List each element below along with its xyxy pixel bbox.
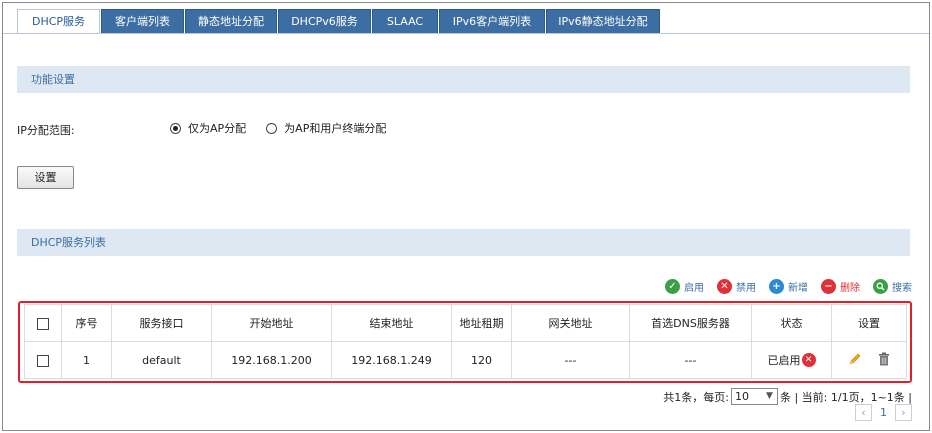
page-number-button[interactable]: 1 xyxy=(880,406,887,419)
dhcp-service-list-header: DHCP服务列表 xyxy=(17,229,910,256)
per-page-value: 10 xyxy=(734,390,749,403)
minus-icon: − xyxy=(821,279,836,294)
row-checkbox[interactable] xyxy=(37,354,49,367)
header-end-address: 结束地址 xyxy=(331,304,452,342)
header-gateway: 网关地址 xyxy=(511,304,630,342)
cell-lease: 120 xyxy=(451,341,512,379)
cell-start-address: 192.168.1.200 xyxy=(211,341,332,379)
tab-dhcpv6-service[interactable]: DHCPv6服务 xyxy=(278,9,371,33)
enable-button[interactable]: ✓ 启用 xyxy=(665,279,704,294)
pagination-summary: 共1条，每页: 10 ▼ 条 | 当前: 1/1页，1~1条 | xyxy=(663,388,912,405)
radio-ap-and-users[interactable]: 为AP和用户终端分配 xyxy=(266,120,386,136)
radio-checked-icon[interactable] xyxy=(170,122,181,134)
cell-gateway: --- xyxy=(511,341,630,379)
edit-icon[interactable] xyxy=(848,352,862,369)
radio-ap-and-users-label: 为AP和用户终端分配 xyxy=(284,122,387,135)
disable-button[interactable]: ✕ 禁用 xyxy=(717,279,756,294)
settings-button[interactable]: 设置 xyxy=(17,166,74,189)
select-all-checkbox[interactable] xyxy=(37,317,49,330)
tab-divider xyxy=(3,33,929,34)
next-page-button[interactable]: › xyxy=(895,404,912,421)
cell-status: 已启用 ✕ xyxy=(751,341,832,379)
dhcp-service-table: 序号 服务接口 开始地址 结束地址 地址租期 网关地址 首选DNS服务器 状态 … xyxy=(24,304,907,379)
cell-end-address: 192.168.1.249 xyxy=(331,341,452,379)
list-toolbar: ✓ 启用 ✕ 禁用 + 新增 − 删除 搜索 xyxy=(652,279,912,294)
delete-label: 删除 xyxy=(840,283,860,294)
add-label: 新增 xyxy=(788,283,808,294)
pagination-info: 条 | 当前: 1/1页，1~1条 | xyxy=(779,390,912,404)
cell-interface: default xyxy=(111,341,212,379)
dhcp-service-table-container: 序号 服务接口 开始地址 结束地址 地址租期 网关地址 首选DNS服务器 状态 … xyxy=(18,301,912,383)
search-label: 搜索 xyxy=(892,283,912,294)
tab-dhcp-service[interactable]: DHCP服务 xyxy=(17,9,100,34)
tab-slaac[interactable]: SLAAC xyxy=(372,9,438,33)
function-settings-header: 功能设置 xyxy=(17,66,910,93)
cell-index: 1 xyxy=(61,341,112,379)
radio-ap-only[interactable]: 仅为AP分配 xyxy=(170,120,246,136)
trash-icon[interactable] xyxy=(878,352,890,369)
radio-unchecked-icon[interactable] xyxy=(266,122,278,134)
per-page-select[interactable]: 10 ▼ xyxy=(730,388,778,405)
row-select-cell xyxy=(24,341,62,379)
cell-settings xyxy=(831,341,907,379)
add-button[interactable]: + 新增 xyxy=(769,279,808,294)
search-icon xyxy=(873,279,888,294)
check-icon: ✓ xyxy=(665,279,680,294)
header-start-address: 开始地址 xyxy=(211,304,332,342)
chevron-down-icon: ▼ xyxy=(766,391,773,401)
header-interface: 服务接口 xyxy=(111,304,212,342)
ip-range-radio-group: 仅为AP分配 为AP和用户终端分配 xyxy=(170,120,406,136)
header-status: 状态 xyxy=(751,304,832,342)
prev-page-button[interactable]: ‹ xyxy=(855,404,872,421)
tab-static-address[interactable]: 静态地址分配 xyxy=(185,9,277,33)
table-row: 1 default 192.168.1.200 192.168.1.249 12… xyxy=(24,341,907,379)
disable-label: 禁用 xyxy=(736,283,756,294)
tab-client-list[interactable]: 客户端列表 xyxy=(101,9,184,33)
tab-ipv6-static-address[interactable]: IPv6静态地址分配 xyxy=(546,9,660,33)
pagination-nav: ‹ 1 › xyxy=(855,404,912,421)
pagination-total: 共1条，每页: xyxy=(663,390,729,404)
header-lease: 地址租期 xyxy=(451,304,512,342)
table-header-row: 序号 服务接口 开始地址 结束地址 地址租期 网关地址 首选DNS服务器 状态 … xyxy=(24,304,907,342)
ip-range-label: IP分配范围: xyxy=(17,124,75,137)
header-index: 序号 xyxy=(61,304,112,342)
status-wrap: 已启用 ✕ xyxy=(768,352,816,368)
enable-label: 启用 xyxy=(684,283,704,294)
tab-ipv6-client-list[interactable]: IPv6客户端列表 xyxy=(439,9,545,33)
delete-button[interactable]: − 删除 xyxy=(821,279,860,294)
search-button[interactable]: 搜索 xyxy=(873,279,912,294)
status-text: 已启用 xyxy=(767,354,801,367)
header-dns: 首选DNS服务器 xyxy=(629,304,752,342)
tab-bar: DHCP服务 客户端列表 静态地址分配 DHCPv6服务 SLAAC IPv6客… xyxy=(17,9,661,34)
header-settings: 设置 xyxy=(831,304,907,342)
select-all-cell xyxy=(24,304,62,342)
disable-status-icon[interactable]: ✕ xyxy=(801,353,816,367)
plus-icon: + xyxy=(769,279,784,294)
close-icon: ✕ xyxy=(717,279,732,294)
cell-dns: --- xyxy=(629,341,752,379)
radio-ap-only-label: 仅为AP分配 xyxy=(188,122,247,135)
